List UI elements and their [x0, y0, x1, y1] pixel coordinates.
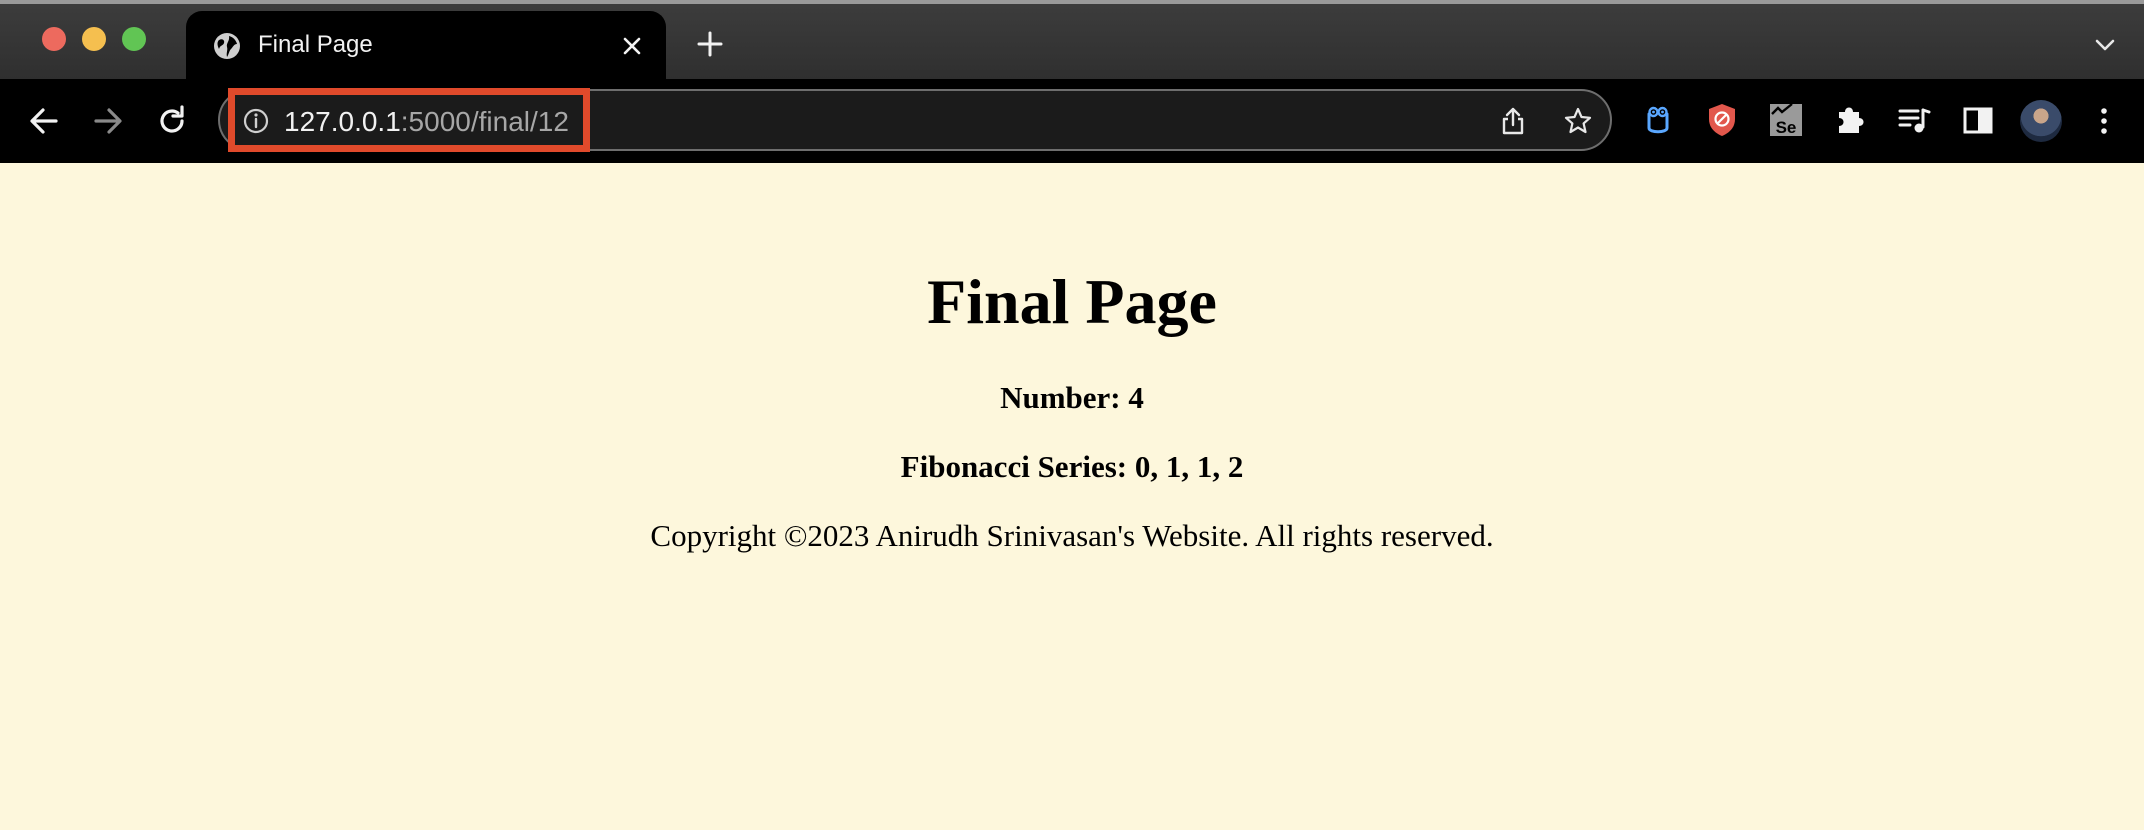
browser-toolbar: 127.0.0.1:5000/final/12 Se [0, 79, 2144, 163]
plus-icon[interactable] [694, 28, 726, 60]
fibonacci-line: Fibonacci Series: 0, 1, 1, 2 [0, 448, 2144, 486]
owl-extension-icon[interactable] [1638, 100, 1678, 140]
close-icon[interactable] [618, 32, 646, 60]
address-bar[interactable]: 127.0.0.1:5000/final/12 [218, 88, 1612, 152]
url-host: 127.0.0.1 [284, 106, 401, 137]
reload-icon[interactable] [152, 101, 192, 141]
arrow-right-icon[interactable] [88, 101, 128, 141]
avatar[interactable] [2020, 100, 2062, 142]
url-text[interactable]: 127.0.0.1:5000/final/12 [284, 105, 569, 139]
arrow-left-icon[interactable] [24, 101, 64, 141]
fibonacci-value: 0, 1, 1, 2 [1134, 449, 1244, 484]
share-icon[interactable] [1498, 105, 1528, 137]
window-minimize-button[interactable] [82, 27, 106, 51]
svg-text:Se: Se [1776, 118, 1797, 137]
shield-extension-icon[interactable] [1702, 100, 1742, 140]
copyright-text: Copyright ©2023 Anirudh Srinivasan's Web… [650, 518, 1494, 553]
star-icon[interactable] [1562, 105, 1594, 137]
fibonacci-label: Fibonacci Series: [900, 449, 1128, 484]
number-value: 4 [1128, 380, 1144, 415]
media-controls-icon[interactable] [1894, 100, 1934, 140]
window-zoom-button[interactable] [122, 27, 146, 51]
page-content: Final Page Number: 4 Fibonacci Series: 0… [0, 163, 2144, 830]
page-title: Final Page [927, 266, 1217, 337]
selenium-extension-icon[interactable]: Se [1766, 100, 1806, 140]
info-icon[interactable] [242, 107, 270, 135]
globe-icon [214, 33, 240, 59]
window-top-edge [0, 0, 2144, 4]
tab-final-page[interactable]: Final Page [186, 11, 666, 79]
kebab-icon[interactable] [2092, 101, 2116, 141]
puzzle-icon[interactable] [1830, 100, 1870, 140]
side-panel-icon[interactable] [1958, 100, 1998, 140]
number-label: Number: [1000, 380, 1121, 415]
window-close-button[interactable] [42, 27, 66, 51]
number-line: Number: 4 [0, 379, 2144, 417]
tab-title: Final Page [258, 31, 373, 58]
chevron-down-icon[interactable] [2090, 32, 2120, 58]
tab-strip: Final Page [0, 0, 2144, 79]
url-path: :5000/final/12 [400, 106, 569, 137]
